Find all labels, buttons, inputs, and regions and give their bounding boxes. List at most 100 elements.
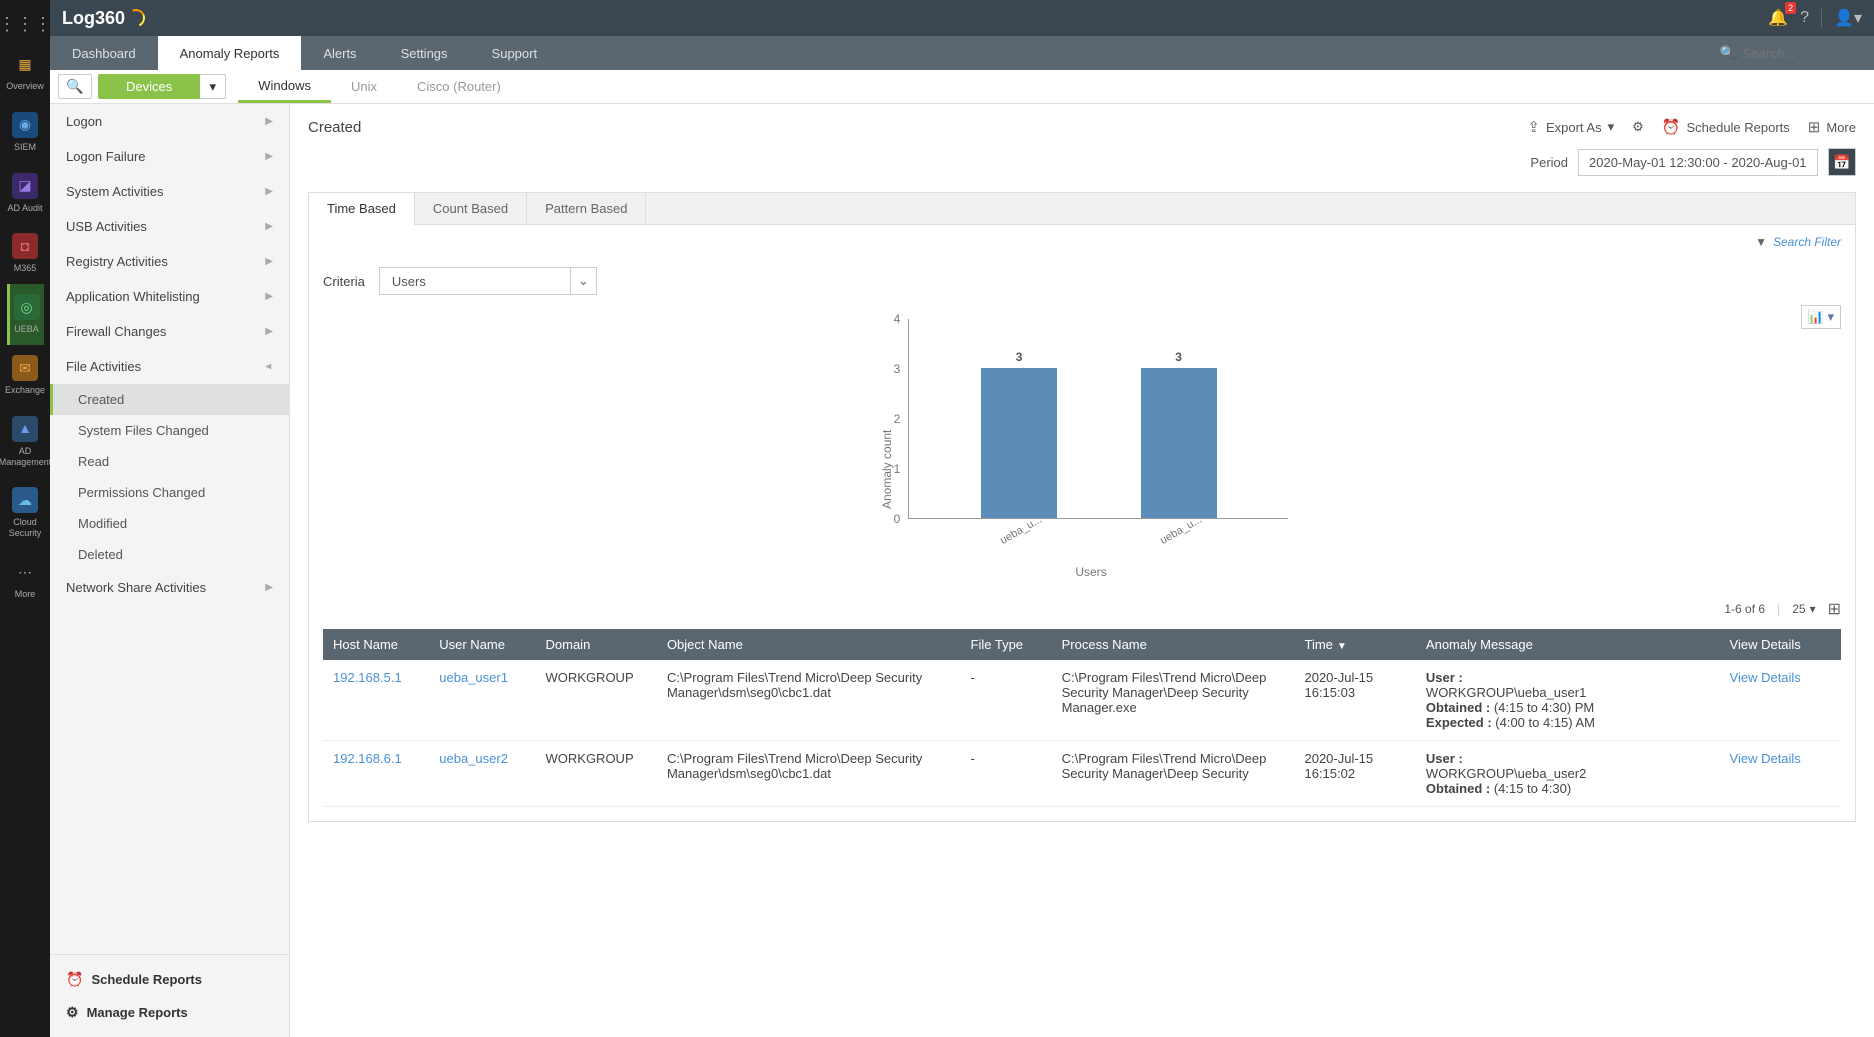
tab-dashboard[interactable]: Dashboard bbox=[50, 36, 158, 70]
sidebar-item-system-activities[interactable]: System Activities▶ bbox=[50, 174, 289, 209]
export-as-button[interactable]: ⇪Export As ▾ bbox=[1527, 118, 1614, 136]
nav-tabs: Dashboard Anomaly Reports Alerts Setting… bbox=[50, 36, 1874, 70]
calendar-button[interactable]: 📅 bbox=[1828, 148, 1856, 176]
sidebar-item-firewall-changes[interactable]: Firewall Changes▶ bbox=[50, 314, 289, 349]
criteria-label: Criteria bbox=[323, 274, 365, 289]
table-cell: ueba_user2 bbox=[429, 741, 535, 807]
column-header[interactable]: Time▼ bbox=[1294, 629, 1415, 660]
page-size-dropdown[interactable]: 25 ▾ bbox=[1792, 602, 1815, 616]
subtab-windows[interactable]: Windows bbox=[238, 70, 331, 103]
period-label: Period bbox=[1530, 155, 1568, 170]
table-cell: 2020-Jul-15 16:15:03 bbox=[1294, 660, 1415, 741]
calendar-icon: 📅 bbox=[1833, 154, 1850, 171]
sidebar-sub-permissions-changed[interactable]: Permissions Changed bbox=[50, 477, 289, 508]
chart-bar[interactable]: 3 bbox=[981, 350, 1057, 518]
sidebar-item-file-activities[interactable]: File Activities▼ bbox=[50, 349, 289, 384]
host-link[interactable]: 192.168.5.1 bbox=[333, 670, 402, 685]
devices-dropdown[interactable]: Devices ▾ bbox=[98, 74, 226, 99]
column-header[interactable]: File Type bbox=[961, 629, 1052, 660]
rail-cloud-security[interactable]: ☁Cloud Security bbox=[0, 477, 50, 549]
sidebar-sub-read[interactable]: Read bbox=[50, 446, 289, 477]
view-details-link[interactable]: View Details bbox=[1730, 751, 1801, 766]
host-link[interactable]: 192.168.6.1 bbox=[333, 751, 402, 766]
table-row: 192.168.5.1ueba_user1WORKGROUPC:\Program… bbox=[323, 660, 1841, 741]
table-cell: C:\Program Files\Trend Micro\Deep Securi… bbox=[1052, 741, 1295, 807]
sidebar-sub-modified[interactable]: Modified bbox=[50, 508, 289, 539]
sidebar-sub-system-files-changed[interactable]: System Files Changed bbox=[50, 415, 289, 446]
sidebar-item-usb-activities[interactable]: USB Activities▶ bbox=[50, 209, 289, 244]
tab-anomaly-reports[interactable]: Anomaly Reports bbox=[158, 36, 302, 70]
chart-plot: 33 bbox=[908, 319, 1288, 519]
period-input[interactable] bbox=[1578, 149, 1818, 176]
tab-settings[interactable]: Settings bbox=[379, 36, 470, 70]
column-header[interactable]: View Details bbox=[1720, 629, 1841, 660]
rail-ueba[interactable]: ◎UEBA bbox=[7, 284, 44, 345]
table-cell: 192.168.6.1 bbox=[323, 741, 429, 807]
sidebar-sub-deleted[interactable]: Deleted bbox=[50, 539, 289, 570]
clock-icon: ⏰ bbox=[66, 971, 83, 988]
chart-bar[interactable]: 3 bbox=[1141, 350, 1217, 518]
chevron-down-icon[interactable]: ▾ bbox=[200, 74, 226, 99]
table-cell: User :WORKGROUP\ueba_user2Obtained : (4:… bbox=[1416, 741, 1720, 807]
anomaly-message: User :WORKGROUP\ueba_user1Obtained : (4:… bbox=[1426, 670, 1710, 730]
overview-icon: ▦ bbox=[12, 51, 38, 77]
schedule-reports-link[interactable]: ⏰Schedule Reports bbox=[50, 963, 289, 996]
bar-chart-icon: 📊 bbox=[1808, 309, 1824, 324]
manage-reports-link[interactable]: ⚙Manage Reports bbox=[50, 996, 289, 1029]
notifications-icon[interactable]: 🔔2 bbox=[1768, 8, 1788, 28]
rail-ad-management[interactable]: ▲AD Management bbox=[0, 406, 55, 478]
chart-type-toggle[interactable]: 📊 ▾ bbox=[1801, 305, 1841, 329]
page-title: Created bbox=[308, 119, 361, 136]
rail-more[interactable]: ⋯More bbox=[8, 549, 42, 610]
rail-siem[interactable]: ◉SIEM bbox=[8, 102, 42, 163]
sort-arrow-icon: ▼ bbox=[1337, 641, 1347, 652]
sidebar-item-logon-failure[interactable]: Logon Failure▶ bbox=[50, 139, 289, 174]
help-icon[interactable]: ? bbox=[1800, 9, 1809, 27]
sidebar-item-application-whitelisting[interactable]: Application Whitelisting▶ bbox=[50, 279, 289, 314]
schedule-reports-button[interactable]: ⏰Schedule Reports bbox=[1662, 118, 1790, 136]
global-search[interactable]: 🔍 bbox=[1720, 36, 1874, 70]
column-header[interactable]: Anomaly Message bbox=[1416, 629, 1720, 660]
more-button[interactable]: ⊞More bbox=[1808, 118, 1856, 136]
chevron-down-icon[interactable]: ⌄ bbox=[570, 268, 596, 294]
panel-tab-count-based[interactable]: Count Based bbox=[415, 193, 527, 224]
rail-overview[interactable]: ▦Overview bbox=[2, 41, 48, 102]
table-cell: 2020-Jul-15 16:15:02 bbox=[1294, 741, 1415, 807]
more-icon: ⊞ bbox=[1808, 118, 1821, 136]
table-cell: User :WORKGROUP\ueba_user1Obtained : (4:… bbox=[1416, 660, 1720, 741]
table-cell: - bbox=[961, 741, 1052, 807]
search-filter-link[interactable]: Search Filter bbox=[1773, 235, 1841, 249]
search-input[interactable] bbox=[1742, 46, 1862, 61]
brand-arc-icon bbox=[124, 6, 147, 29]
devices-button[interactable]: Devices bbox=[98, 74, 200, 99]
column-header[interactable]: Process Name bbox=[1052, 629, 1295, 660]
rail-m365[interactable]: ◘M365 bbox=[8, 223, 42, 284]
column-header[interactable]: User Name bbox=[429, 629, 535, 660]
column-header[interactable]: Object Name bbox=[657, 629, 961, 660]
column-header[interactable]: Domain bbox=[536, 629, 657, 660]
table-cell: 192.168.5.1 bbox=[323, 660, 429, 741]
panel-tab-pattern-based[interactable]: Pattern Based bbox=[527, 193, 646, 224]
user-menu-icon[interactable]: 👤▾ bbox=[1834, 8, 1862, 28]
criteria-select[interactable]: Users ⌄ bbox=[379, 267, 597, 295]
rail-exchange[interactable]: ✉Exchange bbox=[1, 345, 49, 406]
sidebar-sub-created[interactable]: Created bbox=[50, 384, 289, 415]
column-header[interactable]: Host Name bbox=[323, 629, 429, 660]
sidebar-item-network-share-activities[interactable]: Network Share Activities▶ bbox=[50, 570, 289, 605]
subtab-unix[interactable]: Unix bbox=[331, 70, 397, 103]
sidebar-item-logon[interactable]: Logon▶ bbox=[50, 104, 289, 139]
view-details-link[interactable]: View Details bbox=[1730, 670, 1801, 685]
user-link[interactable]: ueba_user1 bbox=[439, 670, 508, 685]
siem-icon: ◉ bbox=[12, 112, 38, 138]
tab-alerts[interactable]: Alerts bbox=[301, 36, 378, 70]
sidebar-item-registry-activities[interactable]: Registry Activities▶ bbox=[50, 244, 289, 279]
sidebar-search-button[interactable]: 🔍 bbox=[58, 74, 92, 99]
panel-tab-time-based[interactable]: Time Based bbox=[309, 193, 415, 225]
rail-adaudit[interactable]: ◪AD Audit bbox=[3, 163, 46, 224]
y-axis: 43210 bbox=[894, 319, 909, 519]
tab-support[interactable]: Support bbox=[470, 36, 560, 70]
settings-icon[interactable]: ⚙ bbox=[1632, 119, 1644, 135]
subtab-cisco[interactable]: Cisco (Router) bbox=[397, 70, 521, 103]
user-link[interactable]: ueba_user2 bbox=[439, 751, 508, 766]
columns-icon[interactable]: ⊞ bbox=[1828, 599, 1841, 619]
